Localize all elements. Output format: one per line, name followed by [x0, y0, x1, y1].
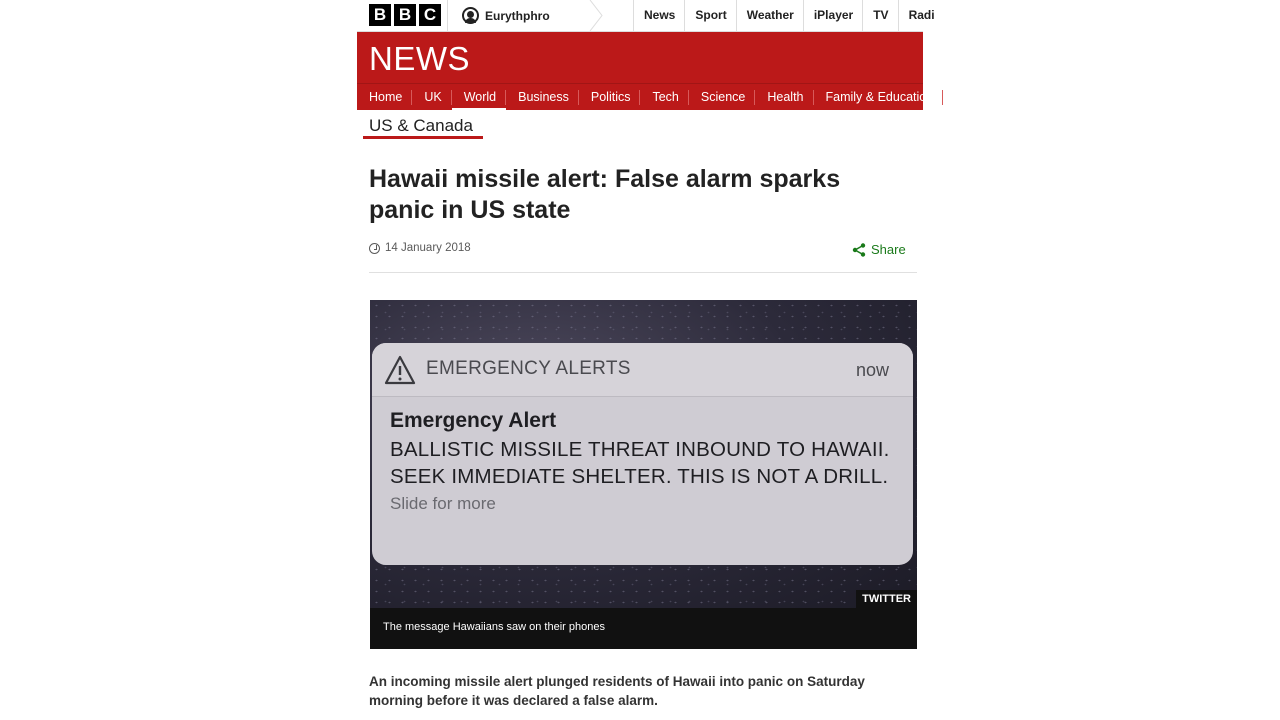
top-nav-news[interactable]: News — [633, 0, 684, 31]
nav-item-family-education[interactable]: Family & Education — [814, 84, 944, 111]
article-headline: Hawaii missile alert: False alarm sparks… — [369, 165, 841, 224]
nav-item-uk[interactable]: UK — [412, 84, 453, 111]
logo-letter: C — [419, 4, 441, 26]
divider — [369, 272, 917, 273]
chevron-right-icon — [589, 0, 603, 31]
top-nav-sport[interactable]: Sport — [684, 0, 735, 31]
image-credit: TWITTER — [856, 590, 917, 608]
image-caption: The message Hawaiians saw on their phone… — [383, 621, 605, 633]
news-nav: Home UK World Business Politics Tech Sci… — [357, 83, 943, 111]
alert-title: Emergency Alert — [390, 409, 557, 432]
account-name: Eurythphro — [485, 8, 550, 23]
alert-source: EMERGENCY ALERTS — [426, 358, 631, 379]
alert-more: Slide for more — [390, 494, 496, 513]
top-nav-radio[interactable]: Radi — [897, 0, 935, 31]
article-intro: An incoming missile alert plunged reside… — [369, 674, 865, 708]
news-logo[interactable]: NEWS — [369, 40, 470, 78]
top-nav: News Sport Weather iPlayer TV Radi — [633, 0, 935, 31]
share-icon — [852, 242, 866, 257]
nav-item-home[interactable]: Home — [357, 84, 413, 111]
share-button[interactable]: Share — [852, 242, 906, 257]
logo-letter: B — [369, 4, 391, 26]
top-nav-tv[interactable]: TV — [862, 0, 897, 31]
article-figure: EMERGENCY ALERTS now Emergency Alert BAL… — [370, 300, 917, 649]
clock-icon — [369, 242, 380, 254]
article-date: 14 January 2018 — [385, 242, 471, 254]
top-nav-weather[interactable]: Weather — [735, 0, 803, 31]
article-image[interactable]: EMERGENCY ALERTS now Emergency Alert BAL… — [370, 300, 917, 608]
nav-item-business[interactable]: Business — [506, 84, 579, 111]
share-label: Share — [871, 242, 906, 257]
article-meta: 14 January 2018 — [369, 242, 471, 254]
alert-header: EMERGENCY ALERTS now — [372, 343, 913, 397]
section-underline — [363, 136, 483, 139]
account-link[interactable]: Eurythphro — [447, 0, 592, 31]
top-nav-iplayer[interactable]: iPlayer — [802, 0, 862, 31]
nav-item-tech[interactable]: Tech — [640, 84, 690, 111]
nav-item-world[interactable]: World — [451, 84, 507, 111]
top-bar: B B C Eurythphro News Sport Weather iPla… — [357, 0, 935, 32]
logo-letter: B — [394, 4, 416, 26]
nav-item-science[interactable]: Science — [689, 84, 756, 111]
alert-time: now — [855, 360, 889, 380]
news-header: NEWS Home UK World Business Politics Tec… — [357, 32, 943, 111]
warning-icon — [384, 355, 416, 385]
section-link[interactable]: US & Canada — [369, 116, 473, 136]
nav-item-health[interactable]: Health — [755, 84, 814, 111]
emergency-alert-card: EMERGENCY ALERTS now Emergency Alert BAL… — [372, 343, 913, 565]
alert-message: BALLISTIC MISSILE THREAT INBOUND TO HAWA… — [390, 438, 890, 488]
user-icon — [462, 7, 479, 24]
alert-body: Emergency Alert BALLISTIC MISSILE THREAT… — [390, 409, 890, 514]
bbc-logo[interactable]: B B C — [369, 4, 441, 26]
nav-item-politics[interactable]: Politics — [579, 84, 641, 111]
